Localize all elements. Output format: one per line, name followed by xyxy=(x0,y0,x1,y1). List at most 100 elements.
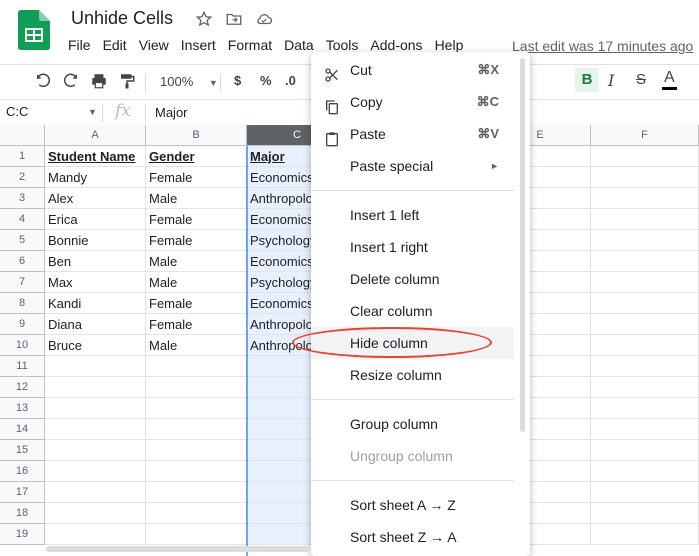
menu-insert[interactable]: Insert xyxy=(181,37,216,55)
grid-cell[interactable] xyxy=(591,167,699,188)
grid-cell[interactable]: Female xyxy=(146,293,247,314)
text-color-button[interactable]: A xyxy=(662,69,677,90)
row-header[interactable]: 6 xyxy=(0,251,45,272)
print-icon[interactable] xyxy=(90,72,108,93)
formula-input[interactable]: Major xyxy=(155,105,188,120)
menu-item-insert-left[interactable]: Insert 1 left xyxy=(311,199,530,231)
row-header[interactable]: 8 xyxy=(0,293,45,314)
horizontal-scrollbar[interactable] xyxy=(46,546,311,552)
row-header[interactable]: 19 xyxy=(0,524,45,545)
menu-item-sort-z-a[interactable]: Sort sheet Z → A xyxy=(311,521,530,553)
grid-cell[interactable] xyxy=(591,419,699,440)
grid-cell[interactable] xyxy=(591,272,699,293)
grid-cell[interactable]: Max xyxy=(45,272,146,293)
sheets-logo[interactable] xyxy=(18,10,50,50)
grid-cell[interactable] xyxy=(591,461,699,482)
row-header[interactable]: 16 xyxy=(0,461,45,482)
row-header[interactable]: 14 xyxy=(0,419,45,440)
grid-cell[interactable]: Female xyxy=(146,314,247,335)
redo-icon[interactable] xyxy=(62,72,80,93)
grid-cell[interactable] xyxy=(146,377,247,398)
grid-cell[interactable] xyxy=(45,503,146,524)
grid-cell[interactable] xyxy=(591,230,699,251)
last-edit-link[interactable]: Last edit was 17 minutes ago xyxy=(512,38,693,54)
row-header[interactable]: 12 xyxy=(0,377,45,398)
row-header[interactable]: 3 xyxy=(0,188,45,209)
grid-cell[interactable] xyxy=(45,440,146,461)
grid-cell[interactable]: Male xyxy=(146,251,247,272)
menu-format[interactable]: Format xyxy=(228,37,272,55)
grid-cell[interactable]: Male xyxy=(146,335,247,356)
grid-cell[interactable] xyxy=(591,314,699,335)
grid-cell[interactable] xyxy=(591,398,699,419)
grid-cell[interactable]: Mandy xyxy=(45,167,146,188)
menu-item-sort-a-z[interactable]: Sort sheet A → Z xyxy=(311,489,530,521)
row-header[interactable]: 1 xyxy=(0,146,45,167)
menu-file[interactable]: File xyxy=(68,37,91,55)
grid-cell[interactable] xyxy=(146,356,247,377)
menu-item-copy[interactable]: Copy ⌘C xyxy=(311,86,530,118)
grid-cell[interactable] xyxy=(146,398,247,419)
grid-cell[interactable] xyxy=(45,461,146,482)
grid-cell[interactable]: Female xyxy=(146,230,247,251)
grid-cell[interactable] xyxy=(591,524,699,545)
row-header[interactable]: 17 xyxy=(0,482,45,503)
grid-cell[interactable] xyxy=(45,398,146,419)
row-header[interactable]: 11 xyxy=(0,356,45,377)
menu-item-delete-column[interactable]: Delete column xyxy=(311,263,530,295)
grid-cell[interactable]: Student Name xyxy=(45,146,146,167)
grid-cell[interactable]: Kandi xyxy=(45,293,146,314)
menu-data[interactable]: Data xyxy=(284,37,314,55)
grid-cell[interactable]: Ben xyxy=(45,251,146,272)
menu-scrollbar[interactable] xyxy=(520,58,525,432)
grid-cell[interactable] xyxy=(591,251,699,272)
grid-cell[interactable] xyxy=(591,356,699,377)
paint-format-icon[interactable] xyxy=(118,72,136,93)
grid-cell[interactable] xyxy=(146,440,247,461)
grid-cell[interactable] xyxy=(146,524,247,545)
grid-cell[interactable] xyxy=(146,461,247,482)
menu-edit[interactable]: Edit xyxy=(103,37,127,55)
row-header[interactable]: 2 xyxy=(0,167,45,188)
menu-item-cut[interactable]: Cut ⌘X xyxy=(311,54,530,86)
menu-item-paste-special[interactable]: Paste special ► xyxy=(311,150,530,182)
row-header[interactable]: 9 xyxy=(0,314,45,335)
grid-cell[interactable] xyxy=(45,524,146,545)
star-icon[interactable] xyxy=(195,10,213,28)
grid-cell[interactable] xyxy=(591,503,699,524)
grid-cell[interactable] xyxy=(591,440,699,461)
grid-cell[interactable] xyxy=(45,419,146,440)
row-header[interactable]: 5 xyxy=(0,230,45,251)
grid-cell[interactable]: Alex xyxy=(45,188,146,209)
menu-item-paste[interactable]: Paste ⌘V xyxy=(311,118,530,150)
row-header[interactable]: 7 xyxy=(0,272,45,293)
select-all-corner[interactable] xyxy=(0,125,45,146)
document-title[interactable]: Unhide Cells xyxy=(71,8,173,29)
zoom-select[interactable]: 100% ▼ xyxy=(160,74,218,89)
grid-cell[interactable] xyxy=(45,482,146,503)
menu-item-clear-column[interactable]: Clear column xyxy=(311,295,530,327)
column-header-b[interactable]: B xyxy=(146,125,247,146)
grid-cell[interactable]: Erica xyxy=(45,209,146,230)
grid-cell[interactable]: Female xyxy=(146,209,247,230)
grid-cell[interactable] xyxy=(591,335,699,356)
grid-cell[interactable] xyxy=(146,419,247,440)
grid-cell[interactable] xyxy=(591,377,699,398)
column-header-f[interactable]: F xyxy=(591,125,699,146)
grid-cell[interactable] xyxy=(591,293,699,314)
grid-cell[interactable]: Bonnie xyxy=(45,230,146,251)
grid-cell[interactable]: Diana xyxy=(45,314,146,335)
grid-cell[interactable] xyxy=(591,146,699,167)
undo-icon[interactable] xyxy=(34,72,52,93)
grid-cell[interactable] xyxy=(591,482,699,503)
grid-cell[interactable]: Male xyxy=(146,272,247,293)
grid-cell[interactable] xyxy=(45,356,146,377)
grid-cell[interactable]: Gender xyxy=(146,146,247,167)
decrease-decimal-button[interactable]: .0 xyxy=(285,73,296,88)
row-header[interactable]: 13 xyxy=(0,398,45,419)
percent-format-button[interactable]: % xyxy=(260,73,272,88)
menu-item-group-column[interactable]: Group column xyxy=(311,408,530,440)
italic-button[interactable]: I xyxy=(608,71,614,90)
grid-cell[interactable]: Bruce xyxy=(45,335,146,356)
row-header[interactable]: 18 xyxy=(0,503,45,524)
